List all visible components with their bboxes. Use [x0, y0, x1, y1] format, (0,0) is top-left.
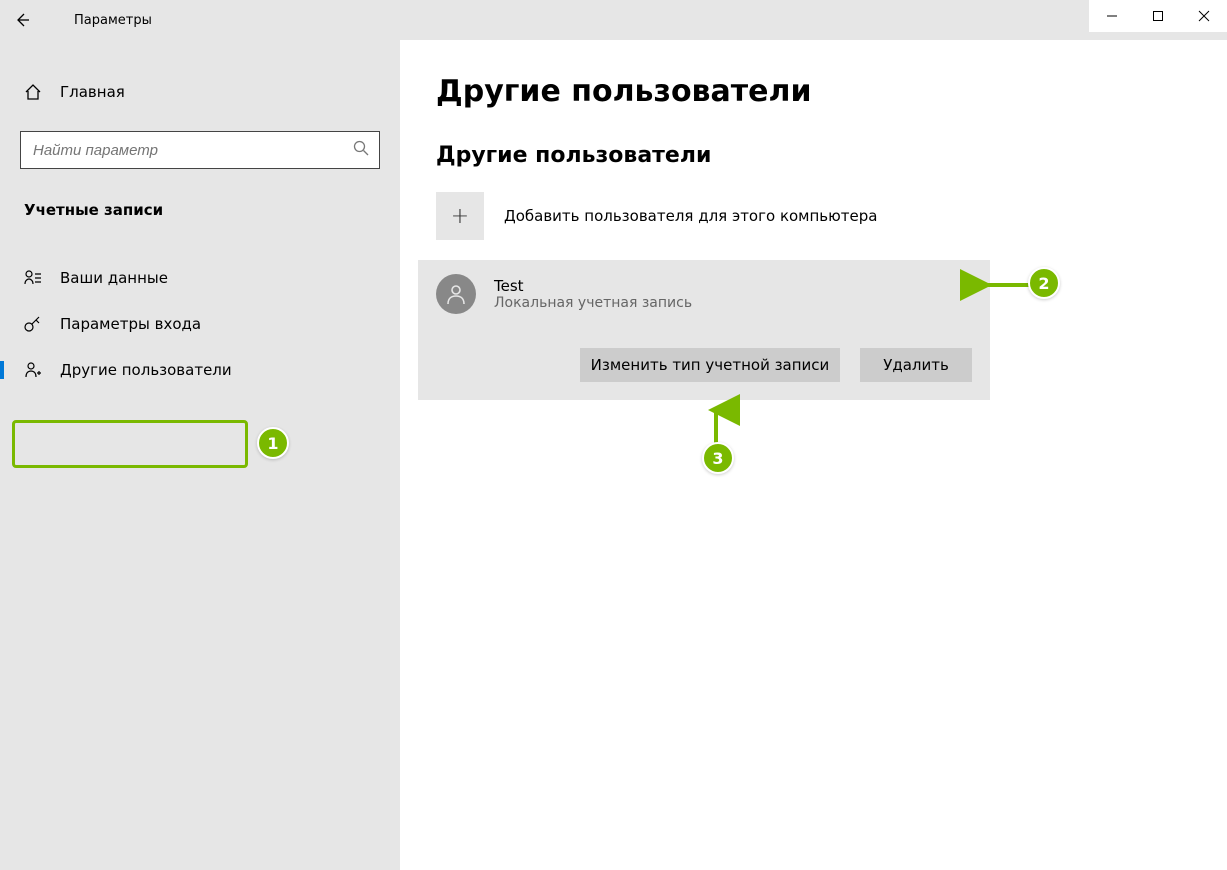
annotation-highlight-1 — [12, 420, 248, 468]
home-link[interactable]: Главная — [0, 75, 400, 109]
window-controls — [1089, 0, 1227, 32]
sidebar-item-other-users[interactable]: Другие пользователи — [0, 347, 400, 393]
back-button[interactable] — [0, 0, 44, 40]
search-input[interactable] — [31, 141, 353, 160]
plus-icon: + — [436, 192, 484, 240]
sidebar-item-sign-in-options[interactable]: Параметры входа — [0, 301, 400, 347]
search-field[interactable] — [20, 131, 380, 169]
user-card[interactable]: Test Локальная учетная запись Изменить т… — [418, 260, 990, 400]
add-user-row[interactable]: + Добавить пользователя для этого компью… — [436, 192, 1227, 240]
home-label: Главная — [60, 83, 125, 101]
page-title: Другие пользователи — [436, 74, 1227, 109]
sidebar-item-label: Параметры входа — [60, 315, 201, 333]
home-icon — [24, 83, 42, 101]
annotation-arrow-3 — [707, 402, 725, 446]
search-icon — [353, 140, 369, 160]
window-title: Параметры — [44, 13, 152, 28]
person-icon — [445, 283, 467, 305]
your-info-icon — [24, 269, 42, 287]
minimize-icon — [1107, 11, 1117, 21]
key-icon — [24, 315, 42, 333]
minimize-button[interactable] — [1089, 0, 1135, 32]
sidebar-item-your-info[interactable]: Ваши данные — [0, 255, 400, 301]
arrow-left-icon — [14, 12, 30, 28]
add-user-label: Добавить пользователя для этого компьюте… — [504, 207, 877, 225]
section-title: Другие пользователи — [436, 143, 1227, 168]
content-pane: Другие пользователи Другие пользователи … — [400, 40, 1227, 870]
add-user-icon — [24, 361, 42, 379]
annotation-badge-2: 2 — [1028, 267, 1060, 299]
annotation-badge-3: 3 — [702, 442, 734, 474]
sidebar-item-label: Другие пользователи — [60, 361, 232, 379]
sidebar-section-title: Учетные записи — [0, 193, 400, 227]
user-type: Локальная учетная запись — [494, 295, 692, 311]
change-account-type-button[interactable]: Изменить тип учетной записи — [580, 348, 840, 382]
annotation-badge-1: 1 — [257, 427, 289, 459]
close-button[interactable] — [1181, 0, 1227, 32]
sidebar-item-label: Ваши данные — [60, 269, 168, 287]
close-icon — [1199, 11, 1209, 21]
delete-user-button[interactable]: Удалить — [860, 348, 972, 382]
avatar — [436, 274, 476, 314]
sidebar: Главная Учетные записи — [0, 40, 400, 870]
maximize-button[interactable] — [1135, 0, 1181, 32]
maximize-icon — [1153, 11, 1163, 21]
user-name: Test — [494, 277, 692, 295]
